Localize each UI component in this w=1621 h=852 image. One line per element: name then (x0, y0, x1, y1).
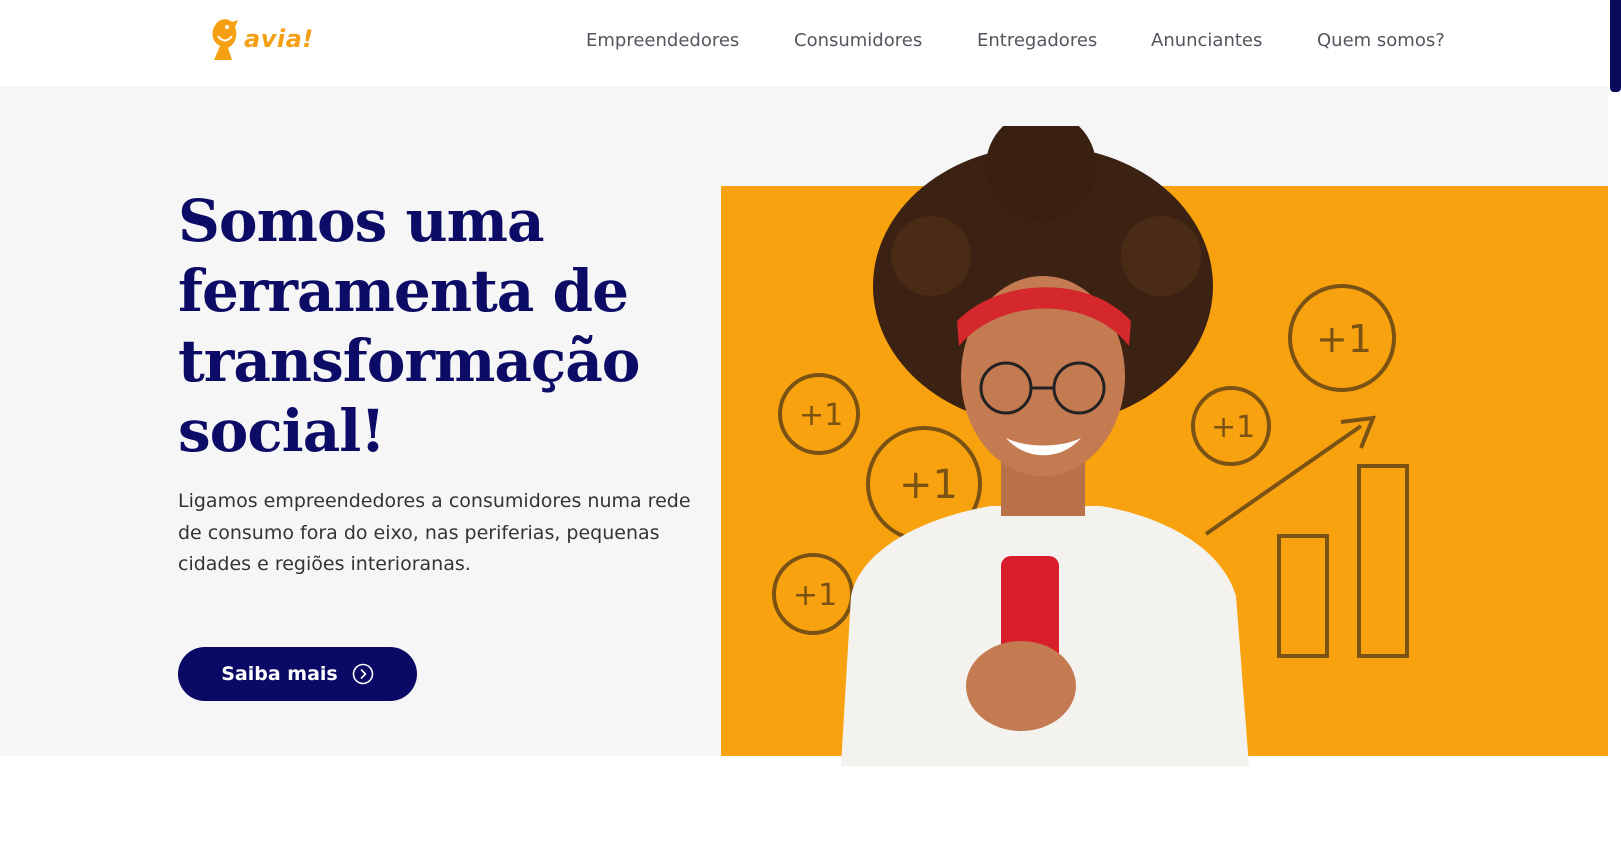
saiba-mais-button[interactable]: Saiba mais (178, 647, 417, 701)
nav-quem-somos[interactable]: Quem somos? (1317, 30, 1445, 51)
scrollbar-thumb[interactable] (1610, 0, 1621, 92)
nav-consumidores[interactable]: Consumidores (794, 30, 922, 51)
cta-label: Saiba mais (221, 663, 338, 685)
plus-one-badge: +1 (899, 462, 958, 508)
plus-one-badge: +1 (1211, 410, 1255, 445)
chevron-right-circle-icon (352, 663, 374, 685)
site-header: avia! Empreendedores Consumidores Entreg… (0, 0, 1608, 86)
plus-one-badge: +1 (1316, 317, 1372, 361)
woman-with-phone-illustration: +1 +1 +1 +1 +1 (772, 126, 1409, 766)
hero-headline: Somos uma ferramenta de transformação so… (178, 186, 698, 466)
headline-line: Somos uma (178, 187, 545, 255)
logo-link[interactable]: avia! (206, 16, 314, 62)
hero-section: Somos uma ferramenta de transformação so… (0, 86, 1608, 766)
plus-one-badge: +1 (793, 578, 837, 613)
hero-illustration: +1 +1 +1 +1 +1 (721, 126, 1608, 766)
nav-empreendedores[interactable]: Empreendedores (586, 30, 739, 51)
woman-figure (841, 126, 1249, 766)
headline-line: ferramenta de (178, 257, 629, 325)
plus-one-badge: +1 (799, 398, 843, 433)
headline-line: social! (178, 397, 386, 465)
headline-line: transformação (178, 327, 640, 395)
nav-entregadores[interactable]: Entregadores (977, 30, 1097, 51)
logo-text: avia! (244, 25, 314, 53)
bird-logo-icon (212, 19, 238, 60)
nav-anunciantes[interactable]: Anunciantes (1151, 30, 1262, 51)
hero-subtitle: Ligamos empreendedores a consumidores nu… (178, 490, 691, 575)
